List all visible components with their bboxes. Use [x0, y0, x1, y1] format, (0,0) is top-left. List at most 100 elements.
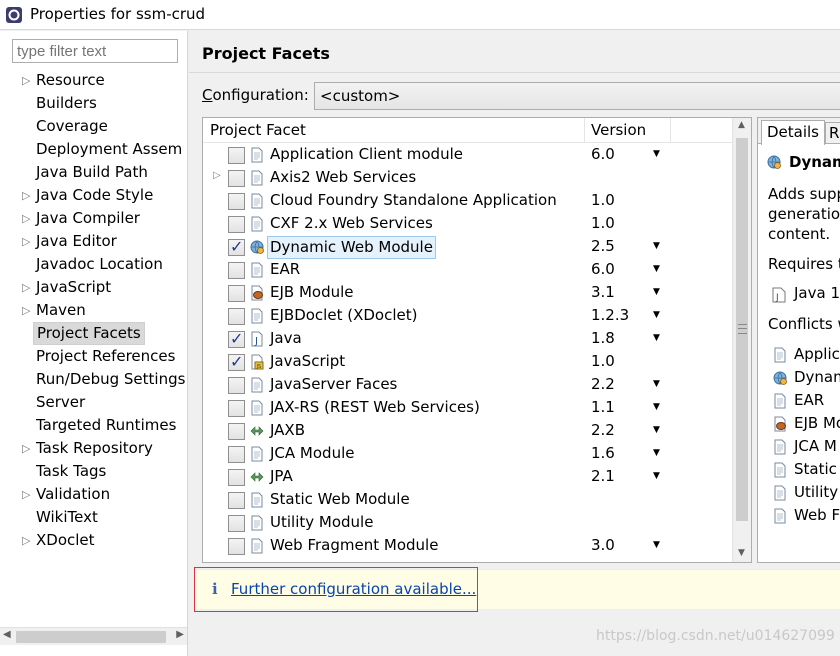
- facet-checkbox[interactable]: [228, 285, 245, 302]
- facet-version[interactable]: 6.0: [591, 258, 615, 281]
- column-divider[interactable]: [584, 118, 585, 142]
- facet-version[interactable]: 1.2.3: [591, 304, 629, 327]
- facet-row[interactable]: Web Fragment Module 3.0 ▼: [203, 534, 732, 557]
- version-dropdown-icon[interactable]: ▼: [653, 419, 660, 442]
- version-dropdown-icon[interactable]: ▼: [653, 143, 660, 166]
- facet-version[interactable]: 1.6: [591, 442, 615, 465]
- scrollbar-thumb[interactable]: [16, 631, 166, 643]
- facet-row[interactable]: EAR 6.0 ▼: [203, 258, 732, 281]
- facet-checkbox[interactable]: [228, 329, 245, 348]
- sidebar-item[interactable]: Coverage: [0, 115, 188, 138]
- facet-checkbox[interactable]: [228, 446, 245, 463]
- facet-checkbox[interactable]: [228, 237, 245, 256]
- facet-row[interactable]: JAXB 2.2 ▼: [203, 419, 732, 442]
- sidebar-item[interactable]: Project References: [0, 345, 188, 368]
- sidebar-item[interactable]: ▷ Maven: [0, 299, 188, 322]
- version-dropdown-icon[interactable]: ▼: [653, 258, 660, 281]
- sidebar-item[interactable]: Java Build Path: [0, 161, 188, 184]
- tab-details[interactable]: Details: [761, 120, 826, 145]
- expand-arrow-icon[interactable]: ▷: [22, 230, 32, 253]
- version-dropdown-icon[interactable]: ▼: [653, 327, 660, 350]
- facet-row[interactable]: JPA 2.1 ▼: [203, 465, 732, 488]
- facet-checkbox[interactable]: [228, 423, 245, 440]
- sidebar-item[interactable]: ▷ Validation: [0, 483, 188, 506]
- facet-version[interactable]: 2.1: [591, 465, 615, 488]
- facet-row[interactable]: EJBDoclet (XDoclet) 1.2.3 ▼: [203, 304, 732, 327]
- facet-row[interactable]: J Java 1.8 ▼: [203, 327, 732, 350]
- facet-checkbox[interactable]: [228, 492, 245, 509]
- sidebar-item[interactable]: Deployment Assem: [0, 138, 188, 161]
- facet-checkbox[interactable]: [228, 193, 245, 210]
- sidebar-item[interactable]: Server: [0, 391, 188, 414]
- version-dropdown-icon[interactable]: ▼: [653, 373, 660, 396]
- filter-input[interactable]: [12, 39, 178, 63]
- expand-arrow-icon[interactable]: ▷: [213, 170, 221, 181]
- facet-row[interactable]: Cloud Foundry Standalone Application 1.0: [203, 189, 732, 212]
- scroll-right-icon[interactable]: ▶: [176, 629, 184, 640]
- sidebar-item[interactable]: Targeted Runtimes: [0, 414, 188, 437]
- expand-arrow-icon[interactable]: ▷: [22, 299, 32, 322]
- expand-arrow-icon[interactable]: ▷: [22, 207, 32, 230]
- tab-runtimes[interactable]: Ru: [825, 122, 840, 144]
- vertical-scrollbar[interactable]: ▲ ▼: [732, 118, 751, 562]
- facet-row[interactable]: Dynamic Web Module 2.5 ▼: [203, 235, 732, 259]
- column-divider[interactable]: [670, 118, 671, 142]
- facet-checkbox[interactable]: [228, 170, 245, 187]
- facet-checkbox[interactable]: [228, 262, 245, 279]
- facet-version[interactable]: 6.0: [591, 143, 615, 166]
- facet-row[interactable]: JavaServer Faces 2.2 ▼: [203, 373, 732, 396]
- version-dropdown-icon[interactable]: ▼: [653, 235, 660, 258]
- sidebar-item[interactable]: ▷ Java Compiler: [0, 207, 188, 230]
- sidebar-item[interactable]: ▷ Task Repository: [0, 437, 188, 460]
- sidebar-item[interactable]: WikiText: [0, 506, 188, 529]
- facet-checkbox[interactable]: [228, 352, 245, 371]
- facet-version[interactable]: 3.0: [591, 534, 615, 557]
- sidebar-item[interactable]: ▷ JavaScript: [0, 276, 188, 299]
- expand-arrow-icon[interactable]: ▷: [22, 69, 32, 92]
- facet-version[interactable]: 2.2: [591, 419, 615, 442]
- sidebar-item[interactable]: ▷ Resource: [0, 69, 188, 92]
- sidebar-item[interactable]: Task Tags: [0, 460, 188, 483]
- facet-row[interactable]: EJB Module 3.1 ▼: [203, 281, 732, 304]
- facet-row[interactable]: CXF 2.x Web Services 1.0: [203, 212, 732, 235]
- sidebar-item[interactable]: Run/Debug Settings: [0, 368, 188, 391]
- facet-checkbox[interactable]: [228, 147, 245, 164]
- facet-row[interactable]: Application Client module 6.0 ▼: [203, 143, 732, 166]
- facet-checkbox[interactable]: [228, 377, 245, 394]
- sidebar-item[interactable]: Javadoc Location: [0, 253, 188, 276]
- facet-version[interactable]: 2.5: [591, 235, 615, 258]
- version-dropdown-icon[interactable]: ▼: [653, 281, 660, 304]
- sidebar-item[interactable]: ▷ XDoclet: [0, 529, 188, 552]
- expand-arrow-icon[interactable]: ▷: [22, 529, 32, 552]
- version-dropdown-icon[interactable]: ▼: [653, 304, 660, 327]
- expand-arrow-icon[interactable]: ▷: [22, 276, 32, 299]
- configuration-select[interactable]: <custom>: [314, 82, 840, 110]
- sidebar-item[interactable]: Builders: [0, 92, 188, 115]
- facet-version[interactable]: 1.1: [591, 396, 615, 419]
- facet-version[interactable]: 3.1: [591, 281, 615, 304]
- facet-checkbox[interactable]: [228, 216, 245, 233]
- facet-row[interactable]: Utility Module: [203, 511, 732, 534]
- expand-arrow-icon[interactable]: ▷: [22, 437, 32, 460]
- scroll-left-icon[interactable]: ◀: [3, 629, 11, 640]
- facet-checkbox[interactable]: [228, 515, 245, 532]
- sidebar-item[interactable]: Project Facets: [0, 322, 188, 345]
- facet-row[interactable]: ▷ Axis2 Web Services: [203, 166, 732, 189]
- version-dropdown-icon[interactable]: ▼: [653, 465, 660, 488]
- column-header-facet[interactable]: Project Facet: [210, 121, 306, 139]
- facet-row[interactable]: JS JavaScript 1.0: [203, 350, 732, 373]
- facet-checkbox[interactable]: [228, 538, 245, 555]
- version-dropdown-icon[interactable]: ▼: [653, 442, 660, 465]
- sidebar-item[interactable]: ▷ Java Code Style: [0, 184, 188, 207]
- facet-version[interactable]: 1.8: [591, 327, 615, 350]
- scroll-down-icon[interactable]: ▼: [738, 548, 745, 558]
- version-dropdown-icon[interactable]: ▼: [653, 534, 660, 557]
- facet-row[interactable]: JAX-RS (REST Web Services) 1.1 ▼: [203, 396, 732, 419]
- expand-arrow-icon[interactable]: ▷: [22, 184, 32, 207]
- horizontal-scrollbar[interactable]: ◀ ▶: [0, 627, 187, 645]
- expand-arrow-icon[interactable]: ▷: [22, 483, 32, 506]
- facet-row[interactable]: Static Web Module: [203, 488, 732, 511]
- column-header-version[interactable]: Version: [591, 121, 646, 139]
- facet-checkbox[interactable]: [228, 308, 245, 325]
- facet-checkbox[interactable]: [228, 400, 245, 417]
